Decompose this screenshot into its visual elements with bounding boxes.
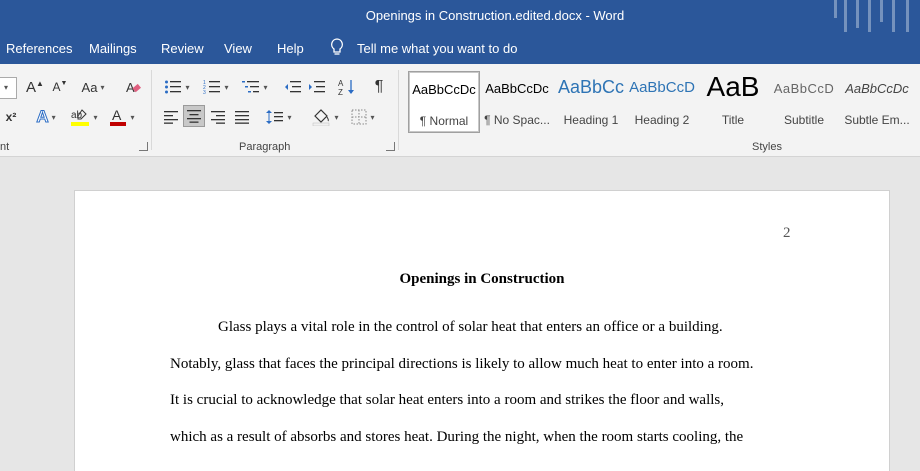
chevron-down-icon: ▾ xyxy=(100,82,105,92)
svg-text:A: A xyxy=(338,79,344,88)
document-page[interactable]: 2 Openings in Construction Glass plays a… xyxy=(74,190,890,471)
font-color-button[interactable]: A ▾ xyxy=(106,106,138,128)
line-spacing-icon xyxy=(266,110,284,124)
paint-bucket-icon xyxy=(313,109,330,126)
align-center-button[interactable] xyxy=(183,105,205,127)
tab-help[interactable]: Help xyxy=(277,41,304,56)
align-left-icon xyxy=(164,111,178,124)
style-heading-1[interactable]: AaBbCc Heading 1 xyxy=(556,71,626,131)
title-bar: Openings in Construction.edited.docx - W… xyxy=(0,0,920,50)
tab-references[interactable]: References xyxy=(6,41,72,56)
bullets-icon xyxy=(165,80,182,94)
multilevel-list-button[interactable]: ▾ xyxy=(238,76,272,98)
superscript-button[interactable]: x² xyxy=(2,106,20,128)
style-subtitle[interactable]: AaBbCcD Subtitle xyxy=(770,71,838,131)
tell-me-search[interactable]: Tell me what you want to do xyxy=(357,41,517,56)
group-divider xyxy=(151,70,152,150)
caret-down-icon: ▼ xyxy=(60,79,68,87)
decrease-indent-button[interactable] xyxy=(282,76,304,98)
align-left-button[interactable] xyxy=(160,106,182,128)
ribbon-tabs: References Mailings Review View Help Tel… xyxy=(0,32,920,64)
svg-text:A: A xyxy=(112,107,122,123)
chevron-down-icon: ▾ xyxy=(51,112,56,122)
increase-indent-icon xyxy=(309,81,325,93)
align-right-icon xyxy=(211,111,225,124)
paragraph-line: which as a result of absorbs and stores … xyxy=(170,429,744,445)
text-highlight-button[interactable]: ab ▾ xyxy=(66,106,102,128)
svg-text:3: 3 xyxy=(203,90,206,95)
borders-icon xyxy=(351,109,367,125)
page-number: 2 xyxy=(783,225,791,241)
shrink-font-button[interactable]: A ▼ xyxy=(49,76,71,98)
font-color-icon: A xyxy=(110,107,127,126)
document-heading: Openings in Construction xyxy=(399,271,565,287)
line-spacing-button[interactable]: ▾ xyxy=(262,106,296,128)
tab-mailings[interactable]: Mailings xyxy=(89,41,137,56)
group-divider xyxy=(398,70,399,150)
decrease-indent-icon xyxy=(285,81,301,93)
chevron-down-icon: ▾ xyxy=(93,112,98,122)
show-formatting-marks-button[interactable]: ¶ xyxy=(368,76,390,98)
increase-indent-button[interactable] xyxy=(306,76,328,98)
style-title[interactable]: AaB Title xyxy=(698,71,768,131)
paragraph-dialog-launcher[interactable] xyxy=(386,142,395,151)
style-subtle-emphasis[interactable]: AaBbCcDc Subtle Em... xyxy=(842,71,912,131)
chevron-down-icon: ▾ xyxy=(130,112,135,122)
chevron-down-icon: ▾ xyxy=(4,83,9,92)
paragraph-line: Glass plays a vital role in the control … xyxy=(218,319,723,335)
chevron-down-icon: ▾ xyxy=(185,82,190,92)
align-right-button[interactable] xyxy=(207,106,229,128)
paragraph-group-label: Paragraph xyxy=(239,141,291,153)
justify-icon xyxy=(235,111,249,124)
styles-group-label: Styles xyxy=(752,141,782,153)
grow-font-button[interactable]: A ▲ xyxy=(24,76,46,98)
sort-button[interactable]: AZ xyxy=(336,76,358,98)
caret-up-icon: ▲ xyxy=(36,78,44,88)
font-size-box[interactable]: ▾ xyxy=(0,77,17,99)
eraser-icon: A xyxy=(126,80,141,95)
justify-button[interactable] xyxy=(231,106,253,128)
borders-button[interactable]: ▾ xyxy=(346,106,380,128)
styles-gallery: AaBbCcDc ¶ Normal AaBbCcDc ¶ No Spac... … xyxy=(404,69,920,133)
paragraph-line: Notably, glass that faces the principal … xyxy=(170,356,754,372)
chevron-down-icon: ▾ xyxy=(224,82,229,92)
pilcrow-icon: ¶ xyxy=(374,78,384,95)
highlighter-icon: ab xyxy=(71,109,90,126)
chevron-down-icon: ▾ xyxy=(263,82,268,92)
style-heading-2[interactable]: AaBbCcD Heading 2 xyxy=(628,71,696,131)
style-no-spacing[interactable]: AaBbCcDc ¶ No Spac... xyxy=(482,71,552,131)
text-effects-button[interactable]: A ▾ xyxy=(30,106,62,128)
tab-view[interactable]: View xyxy=(224,41,252,56)
font-dialog-launcher[interactable] xyxy=(139,142,148,151)
chevron-down-icon: ▾ xyxy=(334,112,339,122)
numbering-button[interactable]: 123 ▾ xyxy=(199,76,233,98)
style-normal[interactable]: AaBbCcDc ¶ Normal xyxy=(408,71,480,133)
tab-review[interactable]: Review xyxy=(161,41,204,56)
multilevel-list-icon xyxy=(242,81,260,93)
numbering-icon: 123 xyxy=(203,80,221,95)
chevron-down-icon: ▾ xyxy=(370,112,375,122)
ribbon: ▾ A ▲ A ▼ Aa ▾ A x² A ▾ ab ▾ A ▾ nt ▾ 1 … xyxy=(0,64,920,157)
font-group-label: nt xyxy=(0,141,10,153)
shading-button[interactable]: ▾ xyxy=(308,106,342,128)
lightbulb-icon[interactable] xyxy=(330,38,344,59)
paragraph-line: It is crucial to acknowledge that solar … xyxy=(170,392,724,408)
document-title: Openings in Construction.edited.docx - W… xyxy=(365,8,625,23)
align-center-icon xyxy=(187,110,201,123)
svg-text:Z: Z xyxy=(338,88,343,96)
change-case-button[interactable]: Aa ▾ xyxy=(78,76,108,98)
bullets-button[interactable]: ▾ xyxy=(160,76,194,98)
clear-formatting-button[interactable]: A xyxy=(122,76,144,98)
chevron-down-icon: ▾ xyxy=(287,112,292,122)
sort-icon: AZ xyxy=(338,79,354,96)
